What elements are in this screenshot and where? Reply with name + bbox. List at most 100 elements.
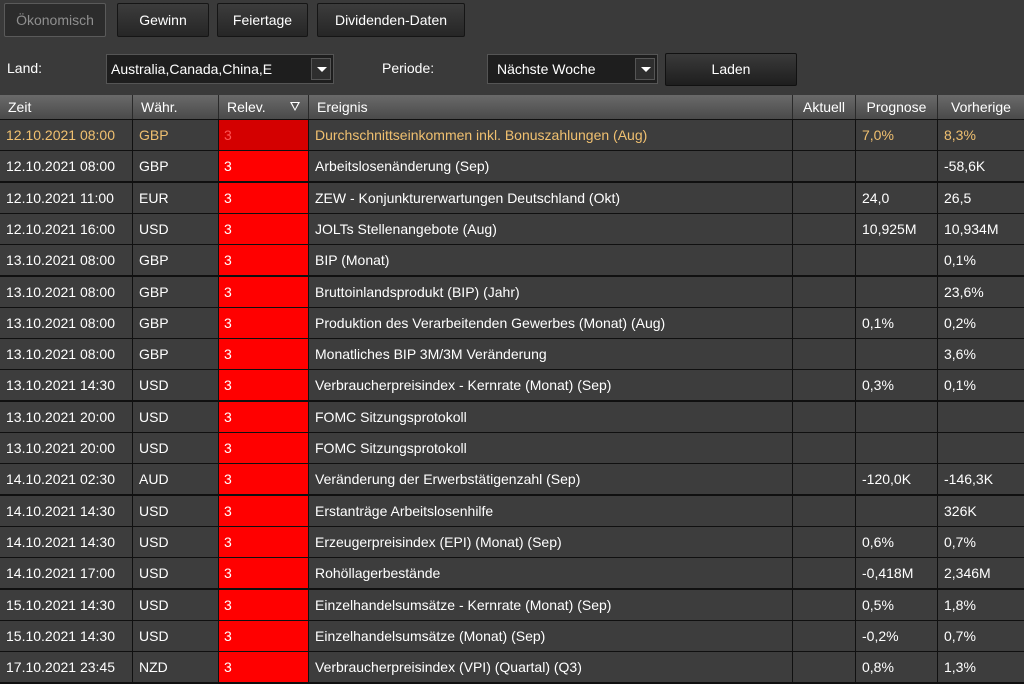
load-button[interactable]: Laden	[665, 53, 797, 86]
cell-previous: 26,5	[938, 183, 1024, 213]
cell-previous: 23,6%	[938, 277, 1024, 307]
table-row[interactable]: 13.10.2021 20:00 USD 3 FOMC Sitzungsprotoko…	[0, 433, 1024, 463]
cell-currency: USD	[133, 527, 218, 557]
table-row[interactable]: 13.10.2021 08:00 GBP 3 Bruttoinlandsprodukt…	[0, 277, 1024, 307]
cell-time: 13.10.2021 20:00	[0, 402, 132, 432]
cell-previous: -58,6K	[938, 151, 1024, 181]
table-row[interactable]: 13.10.2021 08:00 GBP 3 BIP (Monat) 0,1%	[0, 245, 1024, 275]
cell-forecast	[856, 433, 937, 463]
cell-actual	[793, 214, 855, 244]
table-row[interactable]: 12.10.2021 08:00 GBP 3 Durchschnittseinkomm…	[0, 120, 1024, 150]
table-row[interactable]: 12.10.2021 16:00 USD 3 JOLTs Stellenangebot…	[0, 214, 1024, 244]
cell-relevance: 3	[219, 370, 308, 400]
cell-actual	[793, 183, 855, 213]
table-row[interactable]: 13.10.2021 20:00 USD 3 FOMC Sitzungsprotoko…	[0, 402, 1024, 432]
table-row[interactable]: 13.10.2021 08:00 GBP 3 Produktion des Verar…	[0, 308, 1024, 338]
cell-time: 15.10.2021 14:30	[0, 621, 132, 651]
cell-time: 12.10.2021 16:00	[0, 214, 132, 244]
cell-actual	[793, 120, 855, 150]
cell-previous: 10,934M	[938, 214, 1024, 244]
cell-actual	[793, 496, 855, 526]
cell-event: Erstanträge Arbeitslosenhilfe	[309, 496, 792, 526]
cell-forecast	[856, 245, 937, 275]
cell-relevance: 3	[219, 402, 308, 432]
cell-previous: 0,7%	[938, 527, 1024, 557]
cell-relevance: 3	[219, 245, 308, 275]
tab-economic[interactable]: Ökonomisch	[4, 3, 106, 37]
column-header-event[interactable]: Ereignis	[309, 95, 793, 119]
cell-previous	[938, 402, 1024, 432]
cell-time: 13.10.2021 08:00	[0, 245, 132, 275]
cell-actual	[793, 245, 855, 275]
cell-currency: USD	[133, 214, 218, 244]
cell-actual	[793, 370, 855, 400]
cell-event: FOMC Sitzungsprotokoll	[309, 402, 792, 432]
cell-currency: USD	[133, 621, 218, 651]
cell-time: 17.10.2021 23:45	[0, 652, 132, 682]
cell-relevance: 3	[219, 590, 308, 620]
table-row[interactable]: 14.10.2021 14:30 USD 3 Erstanträge Arbeitsl…	[0, 496, 1024, 526]
cell-relevance: 3	[219, 433, 308, 463]
cell-event: Produktion des Verarbeitenden Gewerbes (…	[309, 308, 792, 338]
cell-actual	[793, 621, 855, 651]
cell-relevance: 3	[219, 151, 308, 181]
column-header-time[interactable]: Zeit	[0, 95, 133, 119]
table-row[interactable]: 12.10.2021 11:00 EUR 3 ZEW - Konjunkturerwa…	[0, 183, 1024, 213]
column-header-currency[interactable]: Währ.	[133, 95, 219, 119]
table-row[interactable]: 15.10.2021 14:30 USD 3 Einzelhandelsumsätze…	[0, 621, 1024, 651]
column-header-previous[interactable]: Vorherige	[938, 95, 1024, 119]
cell-forecast	[856, 339, 937, 369]
country-select[interactable]: Australia,Canada,China,E	[106, 54, 334, 84]
tab-holidays[interactable]: Feiertage	[217, 3, 308, 37]
cell-currency: GBP	[133, 277, 218, 307]
cell-relevance: 3	[219, 621, 308, 651]
cell-forecast: 0,5%	[856, 590, 937, 620]
cell-actual	[793, 558, 855, 588]
table-row[interactable]: 13.10.2021 14:30 USD 3 Verbraucherpreisinde…	[0, 370, 1024, 400]
table-row[interactable]: 13.10.2021 08:00 GBP 3 Monatliches BIP 3M/3…	[0, 339, 1024, 369]
cell-previous: -146,3K	[938, 464, 1024, 494]
cell-event: Veränderung der Erwerbstätigenzahl (Sep)	[309, 464, 792, 494]
country-select-value: Australia,Canada,China,E	[111, 61, 273, 77]
cell-currency: USD	[133, 496, 218, 526]
cell-currency: USD	[133, 590, 218, 620]
table-row[interactable]: 14.10.2021 17:00 USD 3 Rohöllagerbestände -0…	[0, 558, 1024, 588]
table-row[interactable]: 15.10.2021 14:30 USD 3 Einzelhandelsumsätze…	[0, 590, 1024, 620]
cell-currency: USD	[133, 370, 218, 400]
cell-time: 14.10.2021 17:00	[0, 558, 132, 588]
cell-forecast: -120,0K	[856, 464, 937, 494]
column-header-relevance[interactable]: Relev.	[219, 95, 309, 119]
table-row[interactable]: 12.10.2021 08:00 GBP 3 Arbeitslosenänderung…	[0, 151, 1024, 181]
tab-earnings[interactable]: Gewinn	[117, 3, 209, 37]
cell-relevance: 3	[219, 120, 308, 150]
cell-forecast: 0,6%	[856, 527, 937, 557]
tab-dividends[interactable]: Dividenden-Daten	[317, 3, 465, 37]
cell-forecast	[856, 402, 937, 432]
tab-bar: Ökonomisch Gewinn Feiertage Dividenden-D…	[0, 0, 1024, 44]
cell-currency: USD	[133, 402, 218, 432]
chevron-down-icon[interactable]	[635, 58, 655, 80]
table-row[interactable]: 14.10.2021 14:30 USD 3 Erzeugerpreisindex (…	[0, 527, 1024, 557]
cell-previous	[938, 433, 1024, 463]
chevron-down-icon[interactable]	[311, 58, 331, 80]
cell-event: Monatliches BIP 3M/3M Veränderung	[309, 339, 792, 369]
table-row[interactable]: 17.10.2021 23:45 NZD 3 Verbraucherpreisinde…	[0, 652, 1024, 682]
column-header-forecast[interactable]: Prognose	[856, 95, 938, 119]
cell-relevance: 3	[219, 308, 308, 338]
table-header: Zeit Währ. Relev. Ereignis Aktuell Progn…	[0, 95, 1024, 119]
cell-relevance: 3	[219, 496, 308, 526]
cell-forecast: 0,8%	[856, 652, 937, 682]
column-header-actual[interactable]: Aktuell	[793, 95, 856, 119]
cell-time: 12.10.2021 08:00	[0, 151, 132, 181]
cell-previous: 3,6%	[938, 339, 1024, 369]
cell-previous: 0,1%	[938, 245, 1024, 275]
cell-event: Bruttoinlandsprodukt (BIP) (Jahr)	[309, 277, 792, 307]
events-table: Zeit Währ. Relev. Ereignis Aktuell Progn…	[0, 95, 1024, 684]
cell-currency: USD	[133, 558, 218, 588]
period-select[interactable]: Nächste Woche	[487, 54, 658, 84]
cell-currency: GBP	[133, 308, 218, 338]
cell-forecast	[856, 496, 937, 526]
cell-actual	[793, 402, 855, 432]
table-row[interactable]: 14.10.2021 02:30 AUD 3 Veränderung der Erwe…	[0, 464, 1024, 494]
cell-time: 14.10.2021 14:30	[0, 496, 132, 526]
